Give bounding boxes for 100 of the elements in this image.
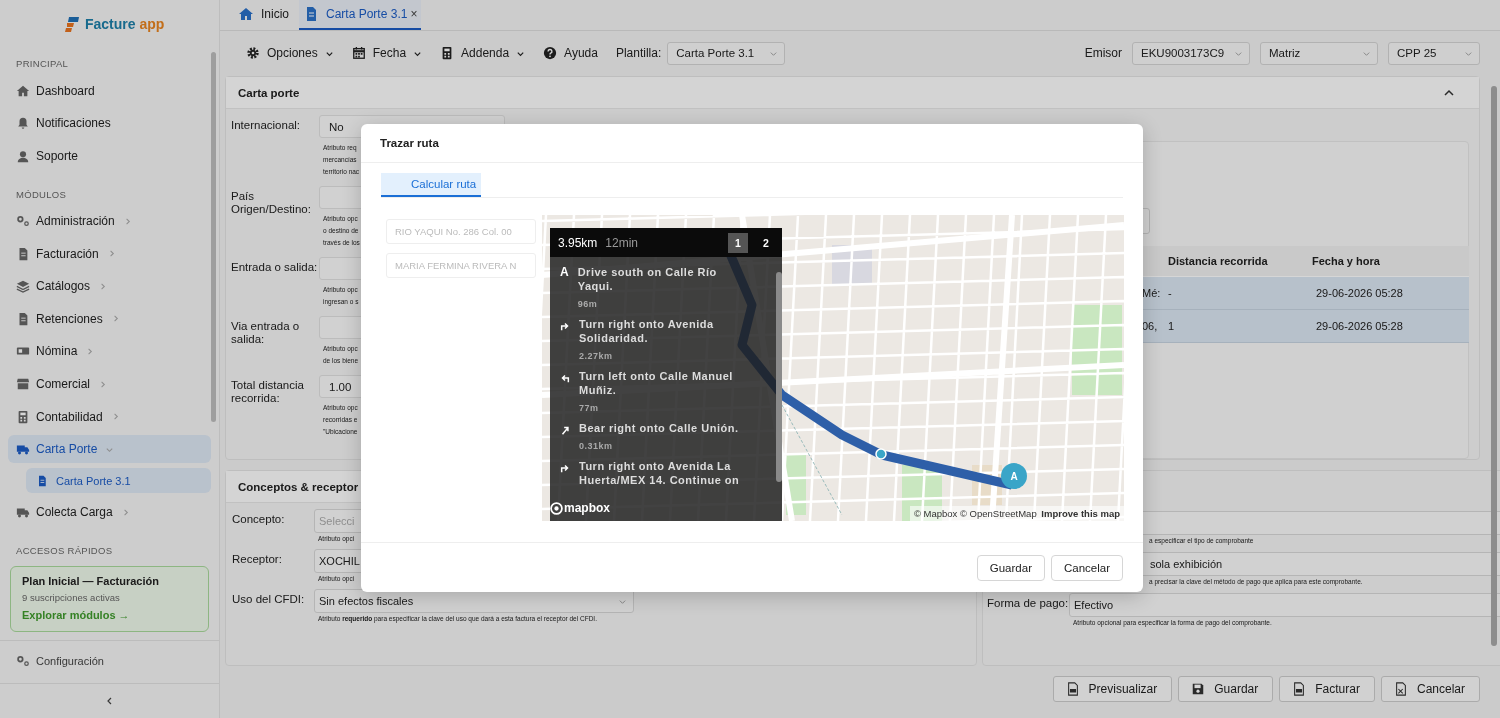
toolbar-select[interactable]: Matriz	[1260, 41, 1378, 65]
step-instruction: Drive south on Calle Río Yaqui.	[577, 265, 718, 293]
sidebar-item[interactable]: Soporte	[8, 142, 211, 170]
save-icon	[1191, 682, 1206, 696]
route-option-button[interactable]: 1	[728, 232, 748, 253]
field-label: Entrada o salida:	[231, 260, 319, 275]
calendar-icon	[351, 46, 366, 60]
toolbar-select[interactable]: CPP 25	[1388, 41, 1480, 65]
emisor-label: Emisor	[1084, 46, 1122, 60]
toolbar-menu[interactable]: Opciones	[246, 46, 334, 60]
card-title: Carta porte	[238, 86, 300, 99]
emisor-select[interactable]: EKU9003173C9	[1132, 41, 1250, 65]
sidebar-item[interactable]: Administración	[8, 207, 211, 236]
app-logo-text: Facture app	[85, 16, 165, 32]
section-heading: ACCESOS RÁPIDOS	[15, 543, 114, 558]
person-icon	[16, 148, 30, 163]
tab[interactable]: Inicio	[234, 0, 293, 30]
field-label: Internacional:	[231, 118, 302, 133]
help-icon	[543, 46, 558, 60]
sidebar-item[interactable]: Nómina	[8, 337, 211, 366]
document-icon	[1292, 682, 1307, 696]
tab[interactable]: Carta Porte 3.1 ×	[299, 0, 422, 30]
action-button[interactable]: Guardar	[1178, 676, 1274, 702]
settings-icon	[246, 46, 260, 60]
gears-icon	[16, 214, 30, 229]
improve-map-link[interactable]: Improve this map	[1041, 508, 1120, 519]
sidebar-subitem[interactable]: Carta Porte 3.1	[26, 467, 211, 494]
step-instruction: Turn right onto Avenida Solidaridad.	[579, 317, 715, 345]
scrollbar[interactable]	[1491, 86, 1497, 646]
store-icon	[16, 377, 30, 391]
start-marker: A	[560, 265, 569, 281]
sidebar-item[interactable]: Carta Porte	[8, 435, 211, 463]
select-field[interactable]: Efectivo	[1069, 593, 1500, 617]
action-button[interactable]: Facturar	[1279, 676, 1375, 702]
chevron-icon	[1464, 49, 1473, 58]
template-select[interactable]: Carta Porte 3.1	[667, 41, 786, 65]
chevron-icon	[98, 379, 107, 389]
waypoint-icon	[875, 448, 887, 460]
scrollbar[interactable]	[211, 52, 216, 422]
step-distance: 2.27km	[579, 351, 614, 361]
step-instruction: Turn right onto Avenida La Huerta/MEX 14. Continue on	[579, 459, 741, 487]
layers-icon	[16, 279, 30, 294]
action-button[interactable]: Cancelar	[1380, 676, 1480, 702]
route-option-button[interactable]: 2	[756, 232, 776, 253]
sidebar-item[interactable]: Dashboard	[8, 77, 211, 105]
sidebar-item[interactable]: Comercial	[8, 370, 211, 398]
turn-right-icon	[560, 321, 570, 331]
logo-icon	[64, 16, 80, 32]
field-label: Forma de pago:	[987, 597, 1069, 609]
action-button[interactable]: Previsualizar	[1052, 676, 1173, 702]
calculator-icon	[16, 409, 30, 424]
dialog-button[interactable]: Cancelar	[1050, 554, 1123, 581]
settings-item[interactable]: Configuración	[8, 646, 211, 675]
home-icon	[238, 6, 254, 22]
document-icon	[36, 474, 48, 487]
toolbar-menu[interactable]: Fecha	[351, 46, 423, 60]
chevron-icon	[769, 49, 779, 58]
bear-right-icon	[560, 425, 570, 435]
field-label: Total distancia recorrida:	[231, 378, 305, 407]
sidebar-item[interactable]: Notificaciones	[8, 109, 211, 138]
document-icon	[1393, 682, 1408, 696]
template-label: Plantilla:	[615, 46, 662, 60]
turn-left-icon	[560, 373, 570, 383]
field-label: País Origen/Destino:	[231, 189, 312, 218]
dialog-button[interactable]: Guardar	[976, 554, 1045, 581]
close-tab-button[interactable]: ×	[410, 7, 418, 21]
field-label: Concepto:	[232, 512, 286, 527]
route-distance: 3.95km	[558, 235, 598, 250]
section-heading: MÓDULOS	[15, 187, 68, 202]
chevron-icon	[1362, 49, 1371, 58]
sidebar-item[interactable]: Contabilidad	[8, 402, 211, 431]
toolbar-menu[interactable]: Ayuda	[543, 46, 598, 60]
sidebar-item[interactable]: Retenciones	[8, 305, 211, 333]
chevron-icon	[1234, 49, 1243, 58]
step-distance: 0.31km	[579, 441, 614, 451]
mapbox-logo-icon	[550, 501, 563, 515]
field-label: Uso del CFDI:	[232, 592, 306, 607]
step-instruction: Bear right onto Calle Unión.	[579, 421, 739, 435]
field-label: Receptor:	[232, 552, 283, 567]
chevron-icon	[85, 347, 95, 356]
sidebar-item[interactable]: Catálogos	[8, 272, 211, 301]
turn-right-icon	[560, 463, 570, 473]
sidebar-item[interactable]: Facturación	[8, 240, 211, 268]
gears-icon	[16, 653, 30, 668]
sidebar-item[interactable]: Colecta Carga	[8, 498, 211, 526]
chevron-icon	[618, 597, 627, 606]
table-cell-text: -	[1168, 287, 1173, 299]
plan-subtitle: 9 suscripciones activas	[22, 591, 121, 603]
table-cell-text: Mé:	[1141, 287, 1162, 299]
step-instruction: Turn left onto Calle Manuel Muñiz.	[579, 369, 734, 397]
attribution-text: © Mapbox © OpenStreetMap	[913, 508, 1037, 519]
scrollbar[interactable]	[776, 272, 782, 482]
field-label: Via entrada o salida:	[231, 319, 301, 348]
tab[interactable]: Calcular ruta	[381, 173, 481, 197]
map-logo-text: mapbox	[564, 501, 610, 515]
card-title: Conceptos & receptor	[238, 480, 359, 493]
bell-icon	[16, 116, 30, 131]
chevron-icon	[98, 281, 108, 291]
dialog-title: Trazar ruta	[380, 137, 439, 149]
toolbar-menu[interactable]: Addenda	[440, 46, 526, 60]
